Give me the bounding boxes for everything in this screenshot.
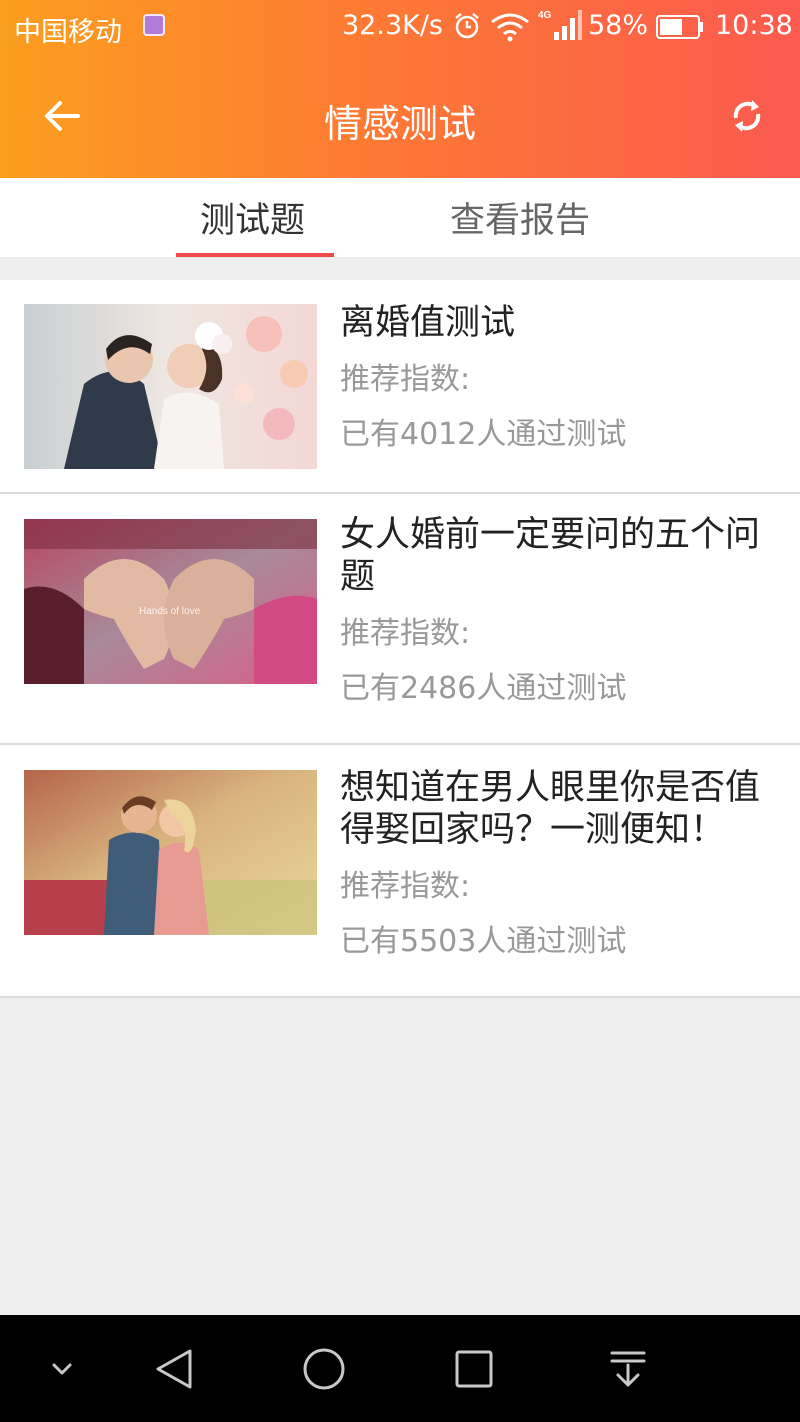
heart-hands-image: Hands of love — [24, 519, 317, 684]
test-title: 女人婚前一定要问的五个问题 — [340, 515, 761, 597]
test-item-worth-marrying[interactable]: 想知道在男人眼里你是否值得娶回家吗？一测便知！ 推荐指数: 已有5503人通过测… — [0, 745, 800, 998]
test-list: 离婚值测试 推荐指数: 已有4012人通过测试 Hands of love 女人… — [0, 280, 800, 998]
test-title: 想知道在男人眼里你是否值得娶回家吗？一测便知！ — [340, 768, 761, 850]
clock: 10:38 — [715, 10, 793, 41]
participant-count: 已有4012人通过测试 — [340, 417, 627, 452]
tab-bar: 测试题 查看报告 — [0, 178, 800, 258]
tab-tests[interactable]: 测试题 — [200, 192, 305, 243]
image-caption: Hands of love — [139, 606, 201, 617]
rating-label: 推荐指数: — [340, 869, 471, 904]
test-text: 女人婚前一定要问的五个问题 推荐指数: 已有2486人通过测试 — [340, 514, 780, 709]
wedding-couple-image — [24, 304, 317, 469]
test-title: 离婚值测试 — [340, 303, 516, 343]
cellular-signal-icon: 4G — [538, 10, 582, 40]
network-type-label: 4G — [538, 10, 552, 21]
participant-count: 已有5503人通过测试 — [340, 924, 627, 959]
recents-square-icon[interactable] — [452, 1347, 496, 1391]
test-item-five-questions[interactable]: Hands of love 女人婚前一定要问的五个问题 推荐指数: 已有2486… — [0, 494, 800, 745]
alarm-icon — [455, 13, 479, 39]
tab-reports[interactable]: 查看报告 — [450, 192, 590, 243]
page-title: 情感测试 — [323, 102, 476, 146]
kissing-couple-image — [24, 770, 317, 935]
battery-percentage: 58% — [588, 10, 649, 41]
battery-icon — [656, 15, 703, 39]
toolbar: 情感测试 — [0, 56, 800, 178]
wifi-icon — [491, 13, 529, 42]
refresh-icon[interactable] — [728, 96, 766, 136]
app-header: 中国移动 32.3K/s 4G 58% 10:38 情感测试 — [0, 0, 800, 178]
home-circle-icon[interactable] — [300, 1345, 348, 1393]
test-text: 离婚值测试 推荐指数: 已有4012人通过测试 — [340, 302, 780, 455]
participant-count: 已有2486人通过测试 — [340, 671, 627, 706]
system-navigation-bar — [0, 1315, 800, 1422]
back-triangle-icon[interactable] — [150, 1345, 198, 1393]
rating-label: 推荐指数: — [340, 616, 471, 651]
status-bar: 中国移动 32.3K/s 4G 58% 10:38 — [0, 0, 800, 56]
active-tab-indicator — [176, 253, 334, 257]
test-text: 想知道在男人眼里你是否值得娶回家吗？一测便知！ 推荐指数: 已有5503人通过测… — [340, 767, 780, 962]
notification-pull-down-icon[interactable] — [606, 1345, 650, 1393]
test-item-divorce[interactable]: 离婚值测试 推荐指数: 已有4012人通过测试 — [0, 280, 800, 494]
network-speed: 32.3K/s — [342, 10, 443, 41]
rating-label: 推荐指数: — [340, 362, 471, 397]
carrier-name: 中国移动 — [14, 17, 122, 48]
gallery-notification-icon — [143, 14, 165, 36]
chevron-down-icon[interactable] — [48, 1355, 76, 1383]
